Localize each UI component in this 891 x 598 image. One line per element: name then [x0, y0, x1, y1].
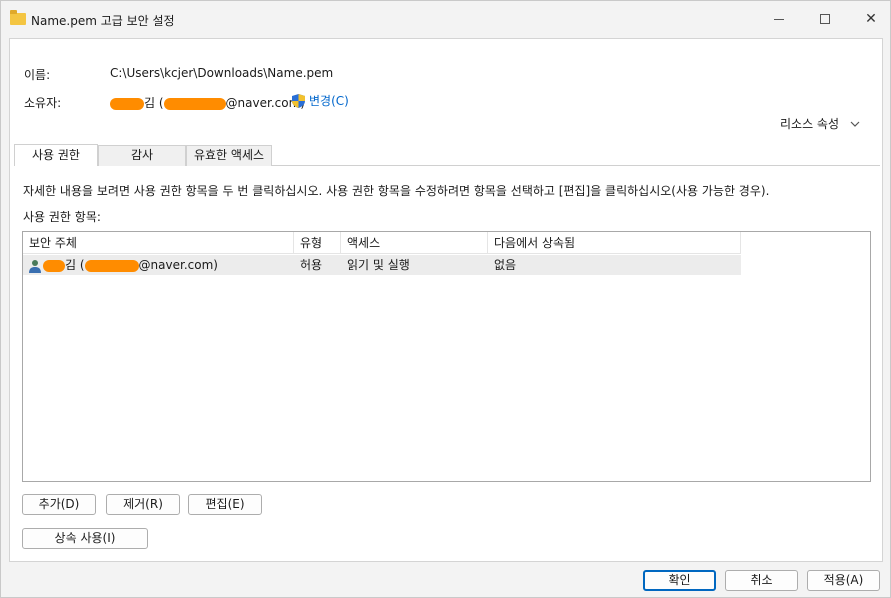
- tab-strip: 사용 권한 감사 유효한 액세스: [14, 144, 880, 166]
- column-principal[interactable]: 보안 주체: [23, 232, 294, 254]
- close-icon: ✕: [865, 11, 877, 27]
- principal-email-part: @naver.com): [138, 258, 218, 272]
- tab-permissions[interactable]: 사용 권한: [14, 144, 98, 166]
- close-button[interactable]: ✕: [848, 1, 891, 37]
- column-type[interactable]: 유형: [294, 232, 341, 254]
- enable-inheritance-button[interactable]: 상속 사용(I): [22, 528, 148, 549]
- folder-icon: [10, 10, 26, 25]
- maximize-button[interactable]: [802, 1, 848, 37]
- title-bar[interactable]: Name.pem 고급 보안 설정 ✕: [1, 1, 890, 37]
- list-header: 보안 주체 유형 액세스 다음에서 상속됨: [23, 232, 741, 254]
- minimize-icon: [774, 18, 784, 20]
- name-value: C:\Users\kcjer\Downloads\Name.pem: [110, 66, 334, 80]
- access-cell: 읽기 및 실행: [347, 258, 410, 272]
- permission-entries-label: 사용 권한 항목:: [23, 210, 101, 224]
- cancel-button[interactable]: 취소: [725, 570, 798, 591]
- owner-label: 소유자:: [24, 96, 62, 110]
- redaction-mark: [84, 259, 139, 272]
- resource-properties-toggle[interactable]: 리소스 속성: [780, 115, 861, 132]
- resource-properties-label: 리소스 속성: [780, 117, 840, 131]
- principal-cell: 김 ( @naver.com): [23, 255, 294, 275]
- permissions-description: 자세한 내용을 보려면 사용 권한 항목을 두 번 클릭하십시오. 사용 권한 …: [23, 184, 770, 198]
- maximize-icon: [820, 14, 830, 24]
- inherited-from-cell: 없음: [494, 258, 517, 272]
- column-access[interactable]: 액세스: [341, 232, 488, 254]
- ok-button[interactable]: 확인: [643, 570, 716, 591]
- change-owner-label: 변경(C): [309, 94, 349, 108]
- add-button[interactable]: 추가(D): [22, 494, 96, 515]
- advanced-security-settings-window: Name.pem 고급 보안 설정 ✕ 이름: C:\Users\kcjer\D…: [0, 0, 891, 598]
- table-row[interactable]: 김 ( @naver.com) 허용 읽기 및 실행 없음: [23, 255, 741, 275]
- tab-auditing[interactable]: 감사: [98, 145, 186, 166]
- name-label: 이름:: [24, 68, 51, 82]
- remove-button[interactable]: 제거(R): [106, 494, 180, 515]
- redaction-mark: [163, 97, 226, 110]
- tab-effective-access[interactable]: 유효한 액세스: [186, 145, 272, 166]
- minimize-button[interactable]: [756, 1, 802, 37]
- content-panel: 이름: C:\Users\kcjer\Downloads\Name.pem 소유…: [9, 38, 883, 562]
- owner-name-part: 김 (: [144, 96, 164, 110]
- user-icon: [29, 259, 41, 273]
- owner-value: 김 (@naver.com): [110, 94, 305, 111]
- column-inherited-from[interactable]: 다음에서 상속됨: [488, 232, 741, 254]
- uac-shield-icon: [292, 93, 305, 108]
- window-title: Name.pem 고급 보안 설정: [31, 14, 175, 28]
- principal-name-part: 김 (: [65, 258, 85, 272]
- redaction-mark: [110, 97, 144, 110]
- type-cell: 허용: [300, 258, 323, 272]
- change-owner-link[interactable]: 변경(C): [292, 92, 349, 109]
- edit-button[interactable]: 편집(E): [188, 494, 262, 515]
- chevron-down-icon: [850, 121, 860, 127]
- apply-button[interactable]: 적용(A): [807, 570, 880, 591]
- permission-entries-list[interactable]: 보안 주체 유형 액세스 다음에서 상속됨 김 ( @naver.com) 허용 …: [22, 231, 871, 482]
- redaction-mark: [43, 259, 65, 272]
